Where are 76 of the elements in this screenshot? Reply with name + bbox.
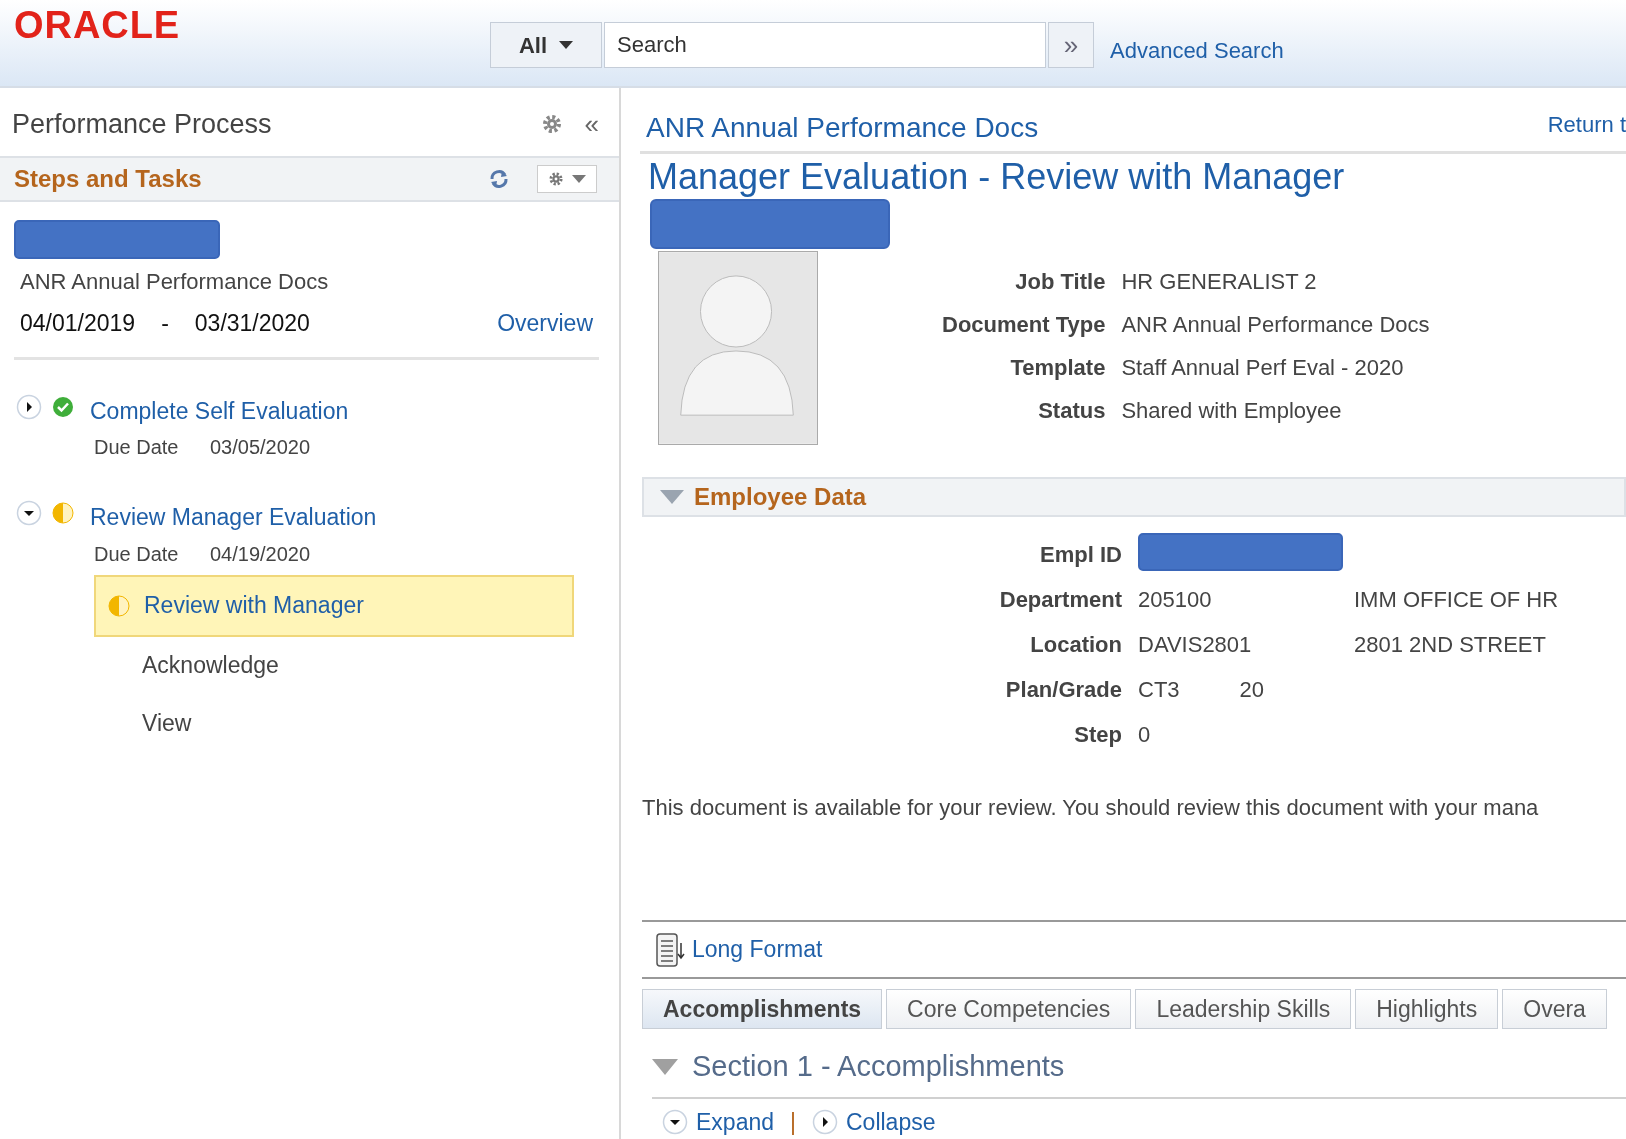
- field-value: 0: [1138, 721, 1151, 750]
- period-start-date: 04/01/2019: [20, 309, 136, 338]
- field-label: Job Title: [1014, 267, 1106, 296]
- date-separator: -: [161, 309, 169, 338]
- overview-link[interactable]: Overview: [497, 306, 593, 341]
- tab[interactable]: Leadership Skills: [1135, 989, 1352, 1029]
- field-value: Shared with Employee: [1121, 396, 1343, 425]
- field-label: Department: [998, 586, 1122, 615]
- document-list-icon[interactable]: [656, 932, 686, 967]
- collapse-panel-button[interactable]: «: [584, 111, 599, 137]
- due-date-value: 04/19/2020: [210, 541, 311, 567]
- field-value: 2801 2ND STREET: [1354, 631, 1547, 660]
- field-value: HR GENERALIST 2: [1121, 267, 1318, 296]
- page-title: Manager Evaluation - Review with Manager: [648, 155, 1346, 200]
- link-separator: |: [790, 1107, 796, 1137]
- caret-icon: [559, 41, 574, 49]
- due-date-label: Due Date: [94, 435, 180, 460]
- field-label: Empl ID: [1039, 541, 1122, 570]
- field-label: Plan/Grade: [1004, 676, 1122, 705]
- section-heading: Section 1 - Accomplishments: [692, 1049, 1065, 1084]
- field-label: Template: [1009, 353, 1106, 382]
- actions-menu-button[interactable]: [537, 165, 597, 193]
- collapse-icon[interactable]: [812, 1108, 838, 1135]
- caret-down-icon[interactable]: [652, 1058, 678, 1075]
- task-link[interactable]: Review Manager Evaluation: [90, 500, 377, 535]
- collapsible-section-header[interactable]: Employee Data: [642, 476, 1626, 518]
- tab[interactable]: Core Competencies: [886, 989, 1132, 1029]
- field-value: Staff Annual Perf Eval - 2020: [1121, 353, 1405, 382]
- collapse-toggle-icon[interactable]: [16, 500, 42, 527]
- field-label: Location: [1029, 631, 1122, 660]
- caret-icon: [572, 175, 586, 183]
- field-label: Step: [1073, 721, 1122, 750]
- field-label: Document Type: [942, 310, 1106, 339]
- field-value: CT3: [1138, 676, 1180, 705]
- half-circle-icon: [108, 594, 130, 617]
- tab[interactable]: Overa: [1502, 989, 1607, 1029]
- check-circle-icon: [52, 395, 74, 418]
- field-value: ANR Annual Performance Docs: [1121, 310, 1430, 339]
- step-row[interactable]: Acknowledge: [94, 636, 574, 695]
- field-value: 20: [1239, 676, 1265, 705]
- due-date-label: Due Date: [94, 541, 180, 567]
- gear-icon: [548, 171, 564, 187]
- search-go-button[interactable]: »: [1048, 22, 1094, 68]
- search-scope-dropdown[interactable]: All: [490, 22, 602, 68]
- section-title: Steps and Tasks: [14, 164, 203, 194]
- search-field[interactable]: Search: [604, 22, 1046, 68]
- tab[interactable]: Accomplishments: [642, 989, 883, 1029]
- selected-step-row[interactable]: Review with Manager: [94, 574, 574, 637]
- section-title: Employee Data: [694, 482, 867, 513]
- return-link[interactable]: Return t: [1547, 108, 1626, 141]
- field-value: 205100: [1138, 586, 1212, 615]
- due-date-value: 03/05/2020: [210, 435, 311, 460]
- step-label: View: [142, 709, 192, 739]
- step-label: Review with Manager: [144, 591, 364, 621]
- panel-title: Performance Process: [12, 107, 273, 141]
- tab[interactable]: Highlights: [1355, 989, 1499, 1029]
- breadcrumb-title: ANR Annual Performance Docs: [646, 111, 1040, 146]
- field-label: Status: [1037, 396, 1106, 425]
- long-format-link[interactable]: Long Format: [692, 932, 823, 967]
- expand-icon[interactable]: [662, 1108, 688, 1135]
- period-end-date: 03/31/2020: [194, 309, 311, 338]
- info-message: This document is available for your review. You should review this document with your mana: [642, 794, 1540, 823]
- field-value: IMM OFFICE OF HR: [1354, 586, 1560, 615]
- step-label: Acknowledge: [142, 651, 279, 681]
- half-circle-icon: [52, 502, 74, 525]
- advanced-search-link[interactable]: Advanced Search: [1110, 34, 1284, 67]
- settings-icon[interactable]: [540, 113, 563, 135]
- document-name: ANR Annual Performance Docs: [20, 268, 330, 296]
- expand-toggle-icon[interactable]: [16, 393, 42, 420]
- collapse-link[interactable]: Collapse: [846, 1104, 936, 1139]
- caret-down-icon: [660, 490, 684, 505]
- expand-link[interactable]: Expand: [696, 1104, 774, 1139]
- oracle-logo: ORACLE: [14, 6, 182, 44]
- task-link[interactable]: Complete Self Evaluation: [90, 393, 349, 428]
- step-row[interactable]: View: [94, 694, 574, 753]
- field-value: DAVIS2801: [1138, 631, 1252, 660]
